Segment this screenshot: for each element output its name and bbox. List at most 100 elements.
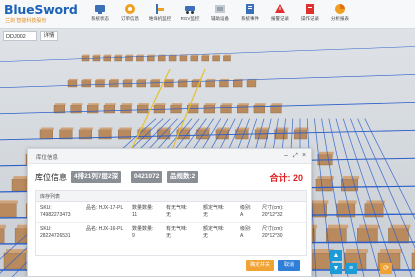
nav-item-events[interactable]: 系统事件 (235, 3, 265, 27)
storage-box[interactable] (81, 80, 91, 88)
storage-box-top (346, 249, 368, 253)
stacker-select[interactable]: DDJ002 (3, 31, 37, 41)
storage-box-top (54, 103, 66, 106)
storage-box[interactable] (388, 228, 409, 244)
storage-box[interactable] (212, 55, 220, 62)
nav-item-alarms[interactable]: 报警记录 (265, 3, 295, 27)
alarm-icon (275, 4, 285, 13)
scene-rotate-button[interactable]: ⟳ (380, 263, 392, 274)
storage-box-top (238, 103, 250, 106)
nav-label: RGV监控 (180, 16, 200, 21)
storage-box[interactable] (39, 129, 53, 140)
storage-box-top (380, 249, 402, 253)
event-icon (246, 4, 254, 14)
table-row[interactable]: SKU: 28224726531 品名: HJX-16-PL 数量数量: 9 有无气… (36, 223, 306, 243)
storage-box[interactable] (103, 55, 112, 62)
dialog-title: 库位信息 (36, 155, 59, 161)
storage-box[interactable] (220, 104, 232, 114)
nav-item-reports[interactable]: 分析报表 (325, 3, 355, 27)
storage-box[interactable] (205, 80, 215, 88)
storage-box[interactable] (95, 80, 105, 88)
details-button[interactable]: 详情 (40, 31, 58, 41)
storage-box[interactable] (117, 129, 132, 140)
storage-box-top (319, 151, 334, 155)
storage-box[interactable] (223, 55, 231, 62)
storage-box[interactable] (246, 80, 257, 88)
storage-box-top (99, 127, 113, 130)
monitor-icon (95, 5, 105, 14)
scene-down-button[interactable]: ▼ (330, 263, 342, 274)
storage-box[interactable] (147, 55, 155, 62)
storage-box[interactable] (326, 228, 347, 244)
count-tag: 品规数:2 (167, 171, 199, 183)
storage-box-top (138, 103, 150, 106)
storage-box[interactable] (201, 55, 209, 62)
storage-box-top (110, 78, 120, 81)
nav-item-equipment[interactable]: 辅助设备 (205, 3, 235, 27)
storage-box[interactable] (168, 55, 177, 62)
qty-cell: 数量数量: 9 (132, 226, 154, 239)
storage-box[interactable] (59, 129, 73, 140)
cancel-button[interactable]: 取消 (278, 260, 300, 271)
maximize-icon[interactable]: ⤢ (293, 151, 298, 161)
nav-label: 分析报表 (331, 16, 349, 21)
scene-up-button[interactable]: ▲ (330, 250, 342, 261)
storage-box-top (121, 103, 133, 106)
storage-box-top (206, 78, 216, 81)
nav-label: 订单信息 (121, 16, 139, 21)
storage-box-top (104, 54, 112, 56)
storage-box[interactable] (237, 104, 249, 114)
storage-box[interactable] (120, 104, 132, 114)
rated-odor-cell: 额定气味: 无 (203, 226, 225, 239)
rgv-icon (185, 6, 195, 14)
storage-box[interactable] (157, 55, 166, 62)
storage-box[interactable] (164, 80, 174, 88)
storage-box-top (342, 176, 360, 180)
nav-item-operations[interactable]: 操作记录 (295, 3, 325, 27)
report-icon (335, 4, 345, 14)
storage-box[interactable] (114, 55, 122, 62)
storage-box[interactable] (150, 80, 160, 88)
rated-odor-cell: 额定气味: 无 (203, 205, 225, 218)
location-info-dialog: 库位信息 – ⤢ × 库位信息 4排21列7层2深 0421072 品规数:2 … (27, 148, 312, 277)
nav-label: 堆垛机监控 (148, 16, 172, 21)
nav-label: 辅助设备 (211, 16, 229, 21)
storage-box-top (154, 103, 166, 106)
storage-box[interactable] (219, 80, 229, 88)
nav-item-system-status[interactable]: 系统状态 (85, 3, 115, 27)
storage-box[interactable] (136, 80, 146, 88)
storage-box[interactable] (67, 80, 78, 88)
storage-box[interactable] (233, 80, 243, 88)
nav-item-stacker[interactable]: 堆垛机监控 (145, 3, 175, 27)
storage-box-top (147, 54, 155, 56)
storage-box[interactable] (0, 228, 5, 244)
storage-box[interactable] (203, 104, 215, 114)
storage-box[interactable] (137, 104, 149, 114)
nav-item-rgv[interactable]: RGV监控 (175, 3, 205, 27)
minimize-icon[interactable]: – (284, 151, 288, 161)
storage-box[interactable] (87, 104, 99, 114)
storage-box[interactable] (190, 55, 199, 62)
nav-label: 系统事件 (241, 16, 259, 21)
nav-item-orders[interactable]: 订单信息 (115, 3, 145, 27)
storage-box[interactable] (293, 129, 307, 140)
storage-box-top (213, 54, 221, 56)
confirm-button[interactable]: 确定并关 (246, 260, 274, 271)
storage-box[interactable] (0, 203, 17, 218)
sku-cell: SKU: 74982273473 (40, 205, 71, 218)
storage-box[interactable] (254, 129, 268, 140)
table-row[interactable]: SKU: 74982273473 品名: HJX-17-PL 数量数量: 11 有无… (36, 202, 306, 223)
storage-box[interactable] (103, 104, 115, 114)
location-tag: 4排21列7层2深 (71, 171, 122, 183)
size-cell: 尺寸(cm): 20*12*32 (262, 205, 284, 218)
storage-box[interactable] (315, 178, 333, 192)
storage-box[interactable] (179, 55, 188, 62)
close-icon[interactable]: × (302, 151, 306, 161)
scene-zoom-button[interactable]: ≡ (345, 263, 357, 274)
name-cell: 品名: HJX-16-PL (86, 226, 124, 232)
storage-box[interactable] (11, 178, 29, 192)
location-info-row: 库位信息 4排21列7层2深 0421072 品规数:2 合计: 20 (35, 171, 305, 185)
brand-subtitle: 兰剑 智能科技股份 (5, 18, 47, 24)
total-count: 合计: 20 (269, 173, 303, 183)
storage-box[interactable] (309, 252, 333, 270)
